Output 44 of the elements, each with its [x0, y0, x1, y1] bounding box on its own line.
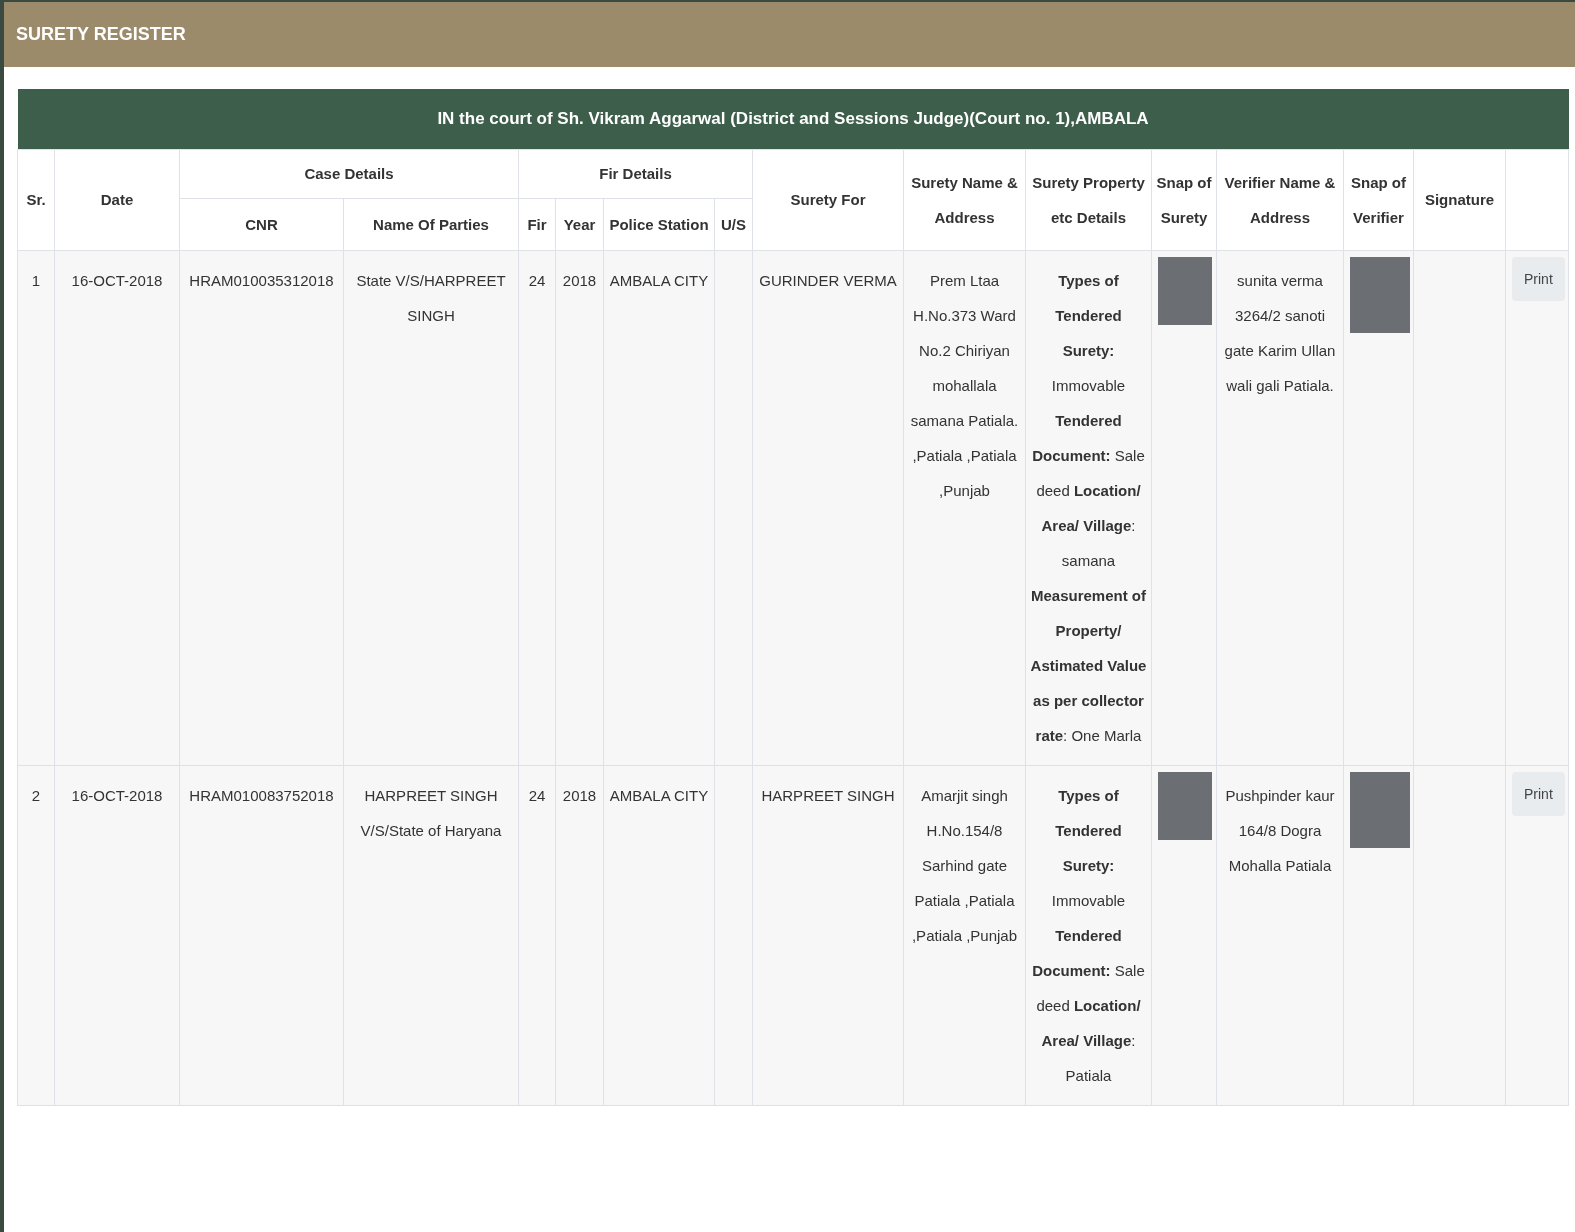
column-header: Year	[555, 198, 604, 250]
column-header: Snap of Surety	[1151, 149, 1217, 250]
panel-title: SURETY REGISTER	[16, 23, 186, 46]
serial-cell: 2	[17, 765, 55, 1105]
column-header: Police Station	[603, 198, 715, 250]
column-header: Fir	[518, 198, 556, 250]
date-cell: 16-OCT-2018	[54, 765, 180, 1105]
year-cell: 2018	[555, 765, 604, 1105]
column-header: Signature	[1413, 149, 1506, 250]
surety-for-cell: GURINDER VERMA	[752, 250, 904, 765]
date-cell: 16-OCT-2018	[54, 250, 180, 765]
column-group-header: Case Details	[179, 149, 519, 198]
column-header: Name Of Parties	[343, 198, 519, 250]
column-header: Surety Property etc Details	[1025, 149, 1152, 250]
verifier-address-cell: sunita verma 3264/2 sanoti gate Karim Ullan wali gali Patiala.	[1216, 250, 1344, 765]
fir-cell: 24	[518, 250, 556, 765]
surety-address-cell: Prem Ltaa H.No.373 Ward No.2 Chiriyan mohallala samana Patiala. ,Patiala ,Patiala ,Punjab	[903, 250, 1026, 765]
parties-cell: HARPREET SINGH V/S/State of Haryana	[343, 765, 519, 1105]
year-cell: 2018	[555, 250, 604, 765]
property-details-cell: Types of Tendered Surety: Immovable Tendered Document: Sale deed Location/ Area/ Village: Patiala	[1025, 765, 1152, 1105]
cnr-cell: HRAM010035312018	[179, 250, 344, 765]
surety-for-cell: HARPREET SINGH	[752, 765, 904, 1105]
column-header: Date	[54, 149, 180, 250]
cnr-cell: HRAM010083752018	[179, 765, 344, 1105]
column-header: Sr.	[17, 149, 55, 250]
column-header: Verifier Name & Address	[1216, 149, 1344, 250]
photo-placeholder	[1158, 771, 1212, 840]
fir-cell: 24	[518, 765, 556, 1105]
parties-cell: State V/S/HARPREET SINGH	[343, 250, 519, 765]
column-group-header: Fir Details	[518, 149, 753, 198]
serial-cell: 1	[17, 250, 55, 765]
court-title: IN the court of Sh. Vikram Aggarwal (District and Sessions Judge)(Court no. 1),AMBALA	[17, 89, 1569, 149]
column-header: CNR	[179, 198, 344, 250]
verifier-address-cell: Pushpinder kaur 164/8 Dogra Mohalla Patiala	[1216, 765, 1344, 1105]
police-station-cell: AMBALA CITY	[603, 250, 715, 765]
column-header: Snap of Verifier	[1343, 149, 1414, 250]
column-header: Surety For	[752, 149, 904, 250]
print-button[interactable]: Print	[1512, 256, 1565, 301]
surety-address-cell: Amarjit singh H.No.154/8 Sarhind gate Patiala ,Patiala ,Patiala ,Punjab	[903, 765, 1026, 1105]
property-details-cell: Types of Tendered Surety: Immovable Tendered Document: Sale deed Location/ Area/ Village: samana Measurement of Property/ Astimated Value as per collector rate: One Marla	[1025, 250, 1152, 765]
police-station-cell: AMBALA CITY	[603, 765, 715, 1105]
print-button[interactable]: Print	[1512, 771, 1565, 816]
photo-placeholder	[1158, 256, 1212, 325]
column-header: Surety Name & Address	[903, 149, 1026, 250]
